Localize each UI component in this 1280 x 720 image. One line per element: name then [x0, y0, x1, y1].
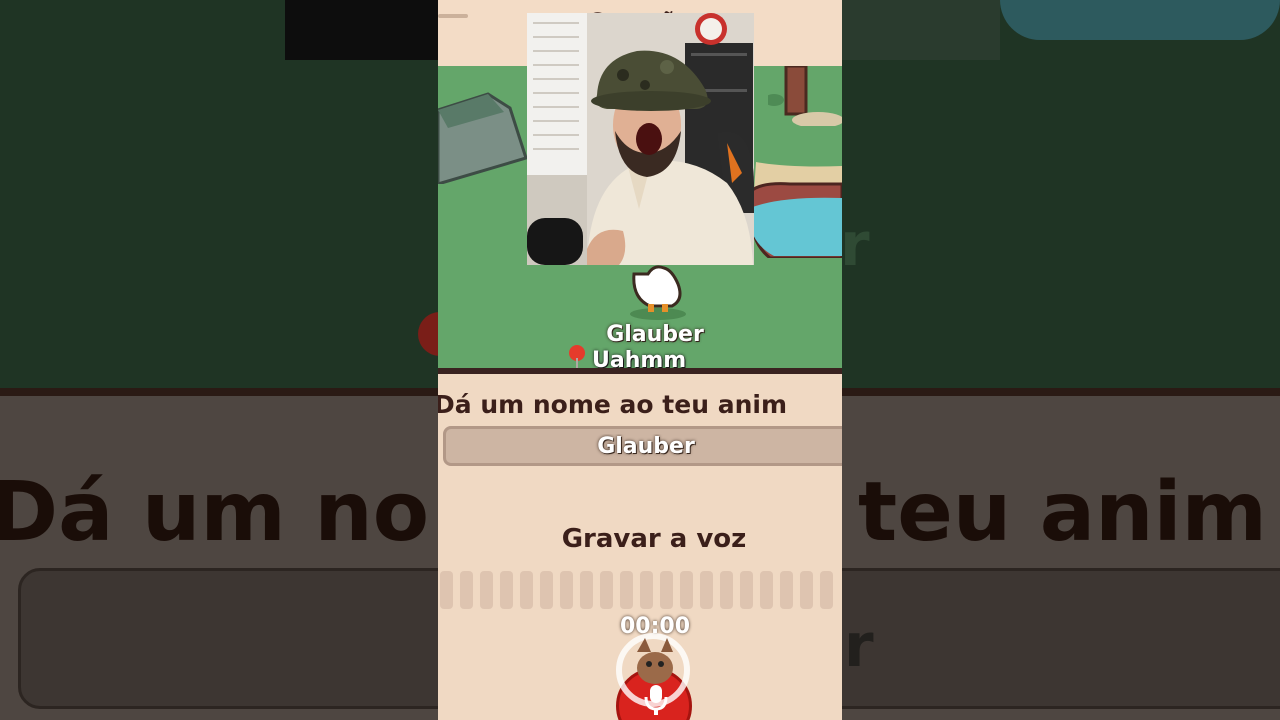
record-voice-label: Gravar a voz — [561, 524, 747, 554]
background-prompt-right: teu anim — [858, 465, 1267, 560]
pond-illustration — [750, 162, 842, 258]
tree-illustration — [768, 66, 842, 126]
panel-divider — [438, 368, 842, 374]
goose-icon — [630, 265, 686, 320]
pet-name-input[interactable] — [443, 426, 842, 466]
background-ghost-glyph: r — [840, 210, 870, 280]
voice-waveform — [438, 571, 842, 609]
background-gray-block — [840, 0, 1000, 60]
background-input-left — [18, 568, 464, 709]
background-input-right: r — [842, 568, 1280, 709]
background-pond — [1000, 0, 1280, 40]
name-prompt-label: Dá um nome ao teu anim — [438, 390, 788, 419]
webcam-feed — [527, 13, 754, 265]
rock-illustration — [438, 92, 528, 184]
watermark-logo — [616, 633, 690, 707]
background-prompt-left: Dá um no — [0, 465, 430, 560]
pet-name-label: Glauber — [606, 322, 704, 347]
background-dark-block — [285, 0, 440, 60]
